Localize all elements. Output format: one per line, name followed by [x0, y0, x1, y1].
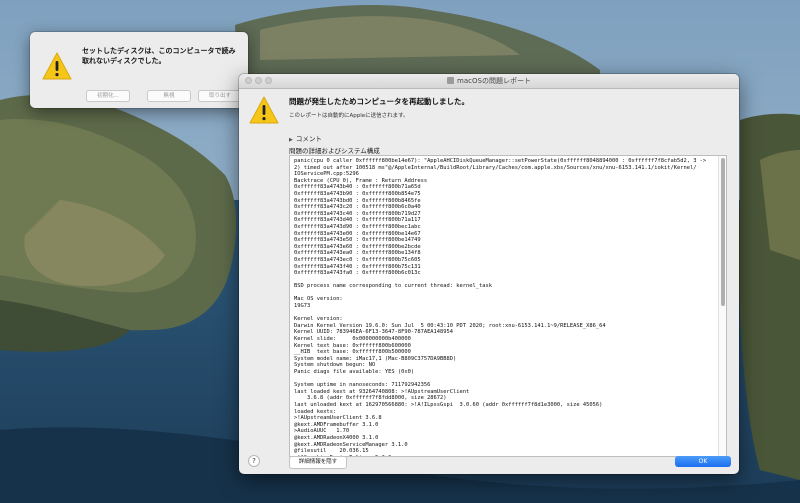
- report-app-icon: [447, 77, 455, 84]
- title-bar[interactable]: macOSの問題レポート: [239, 74, 739, 89]
- warning-icon: [42, 52, 72, 80]
- window-title-wrap: macOSの問題レポート: [239, 74, 739, 88]
- initialize-button[interactable]: 初期化...: [86, 90, 130, 102]
- window-title: macOSの問題レポート: [457, 77, 531, 85]
- disclosure-triangle-icon[interactable]: ▶: [289, 137, 293, 143]
- comment-disclosure[interactable]: ▶ コメント: [289, 133, 322, 143]
- report-log-text[interactable]: panic(cpu 0 caller 0xffffff800be14e67): …: [290, 156, 726, 456]
- warning-icon: [249, 96, 279, 124]
- ok-button[interactable]: OK: [675, 456, 731, 467]
- log-scrollbar[interactable]: [718, 156, 726, 456]
- alert-message: セットしたディスクは、このコンピュータで読み取れないディスクでした。: [82, 47, 236, 65]
- disk-alert-dialog: セットしたディスクは、このコンピュータで読み取れないディスクでした。 初期化..…: [30, 32, 248, 108]
- help-button[interactable]: ?: [248, 455, 260, 467]
- report-subline: このレポートは自動的にAppleに送信されます。: [289, 113, 409, 119]
- log-scroll-thumb[interactable]: [721, 158, 725, 306]
- problem-report-window: macOSの問題レポート 問題が発生したためコンピュータを再起動しました。 この…: [239, 74, 739, 474]
- report-headline: 問題が発生したためコンピュータを再起動しました。: [289, 97, 469, 106]
- eject-button[interactable]: 取り出す: [198, 90, 242, 102]
- details-label: 問題の詳細およびシステム構成: [289, 147, 380, 155]
- hide-details-button[interactable]: 詳細情報を隠す: [289, 456, 347, 469]
- comment-label: コメント: [295, 135, 322, 143]
- ignore-button[interactable]: 無視: [147, 90, 191, 102]
- report-log-area[interactable]: panic(cpu 0 caller 0xffffff800be14e67): …: [289, 155, 727, 457]
